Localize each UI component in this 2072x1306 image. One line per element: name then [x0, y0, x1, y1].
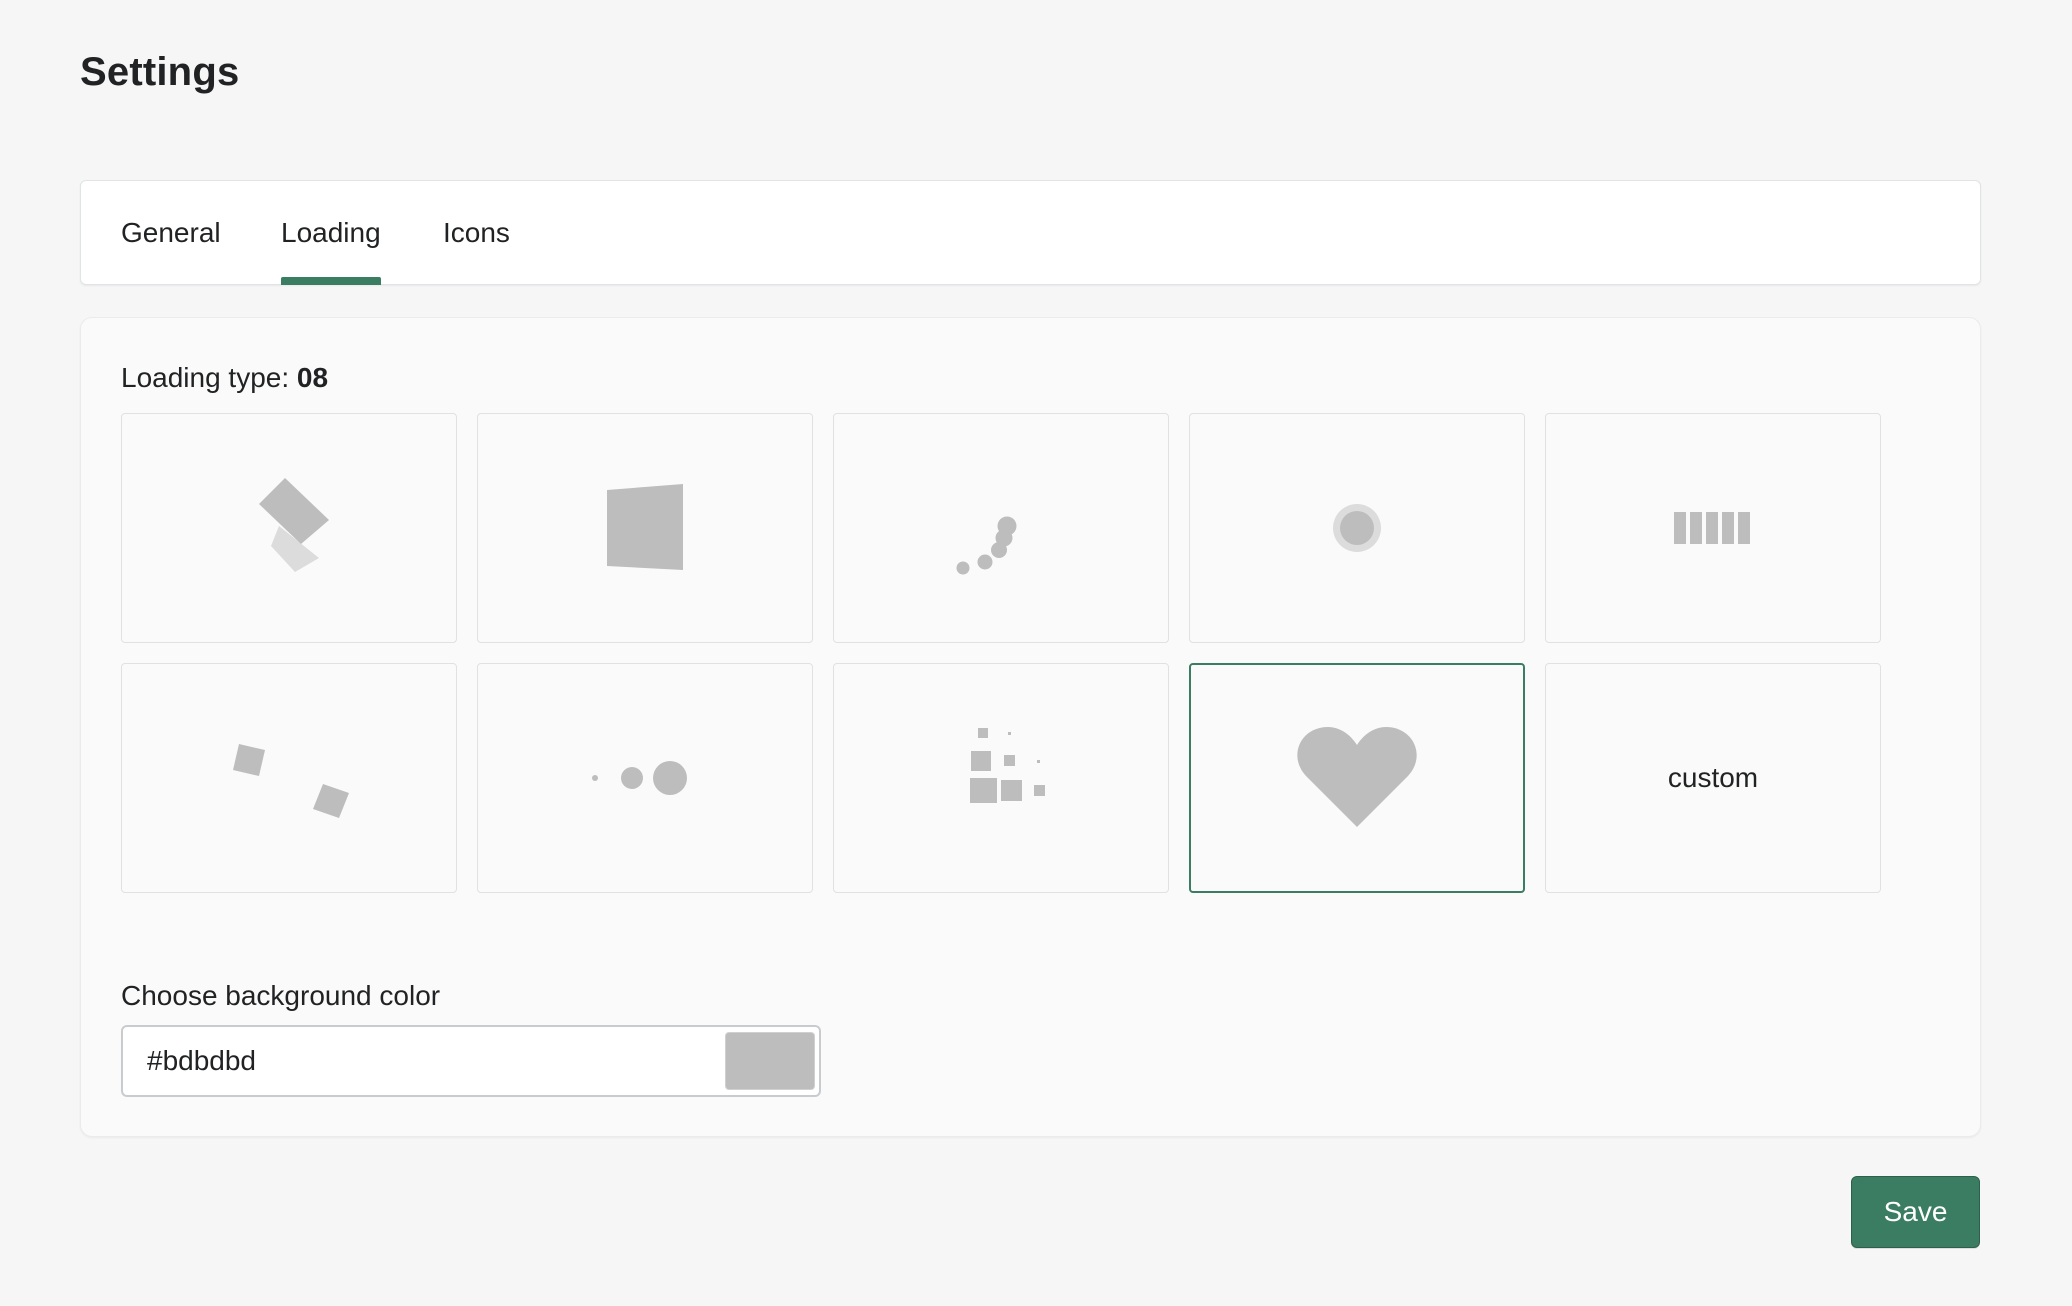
loading-option-09[interactable]: [1189, 663, 1525, 893]
loading-option-06[interactable]: [121, 663, 457, 893]
loading-option-01[interactable]: [121, 413, 457, 643]
pulsing-circle-icon: [1333, 504, 1381, 552]
background-color-input[interactable]: [123, 1027, 723, 1095]
tab-general[interactable]: General: [121, 181, 221, 285]
tab-general-label: General: [121, 217, 221, 248]
orbiting-squares-icon: [233, 744, 349, 818]
loading-option-04[interactable]: [1189, 413, 1525, 643]
background-color-label: Choose background color: [121, 980, 441, 1011]
bars-icon: [1674, 512, 1750, 544]
loading-type-label: Loading type: 08: [121, 362, 328, 394]
tabs-bar: General Loading Icons: [80, 180, 1981, 285]
loading-option-05[interactable]: [1545, 413, 1881, 643]
spiral-dots-icon: [956, 516, 1017, 575]
tab-icons-label: Icons: [443, 217, 510, 248]
loading-option-07[interactable]: [477, 663, 813, 893]
custom-option-label: custom: [1667, 762, 1759, 793]
loading-type-prefix: Loading type:: [121, 362, 297, 393]
rotating-square-icon: [259, 478, 329, 572]
scattered-squares-icon: [970, 728, 1045, 803]
page-title: Settings: [80, 50, 240, 94]
loading-option-08[interactable]: [833, 663, 1169, 893]
heart-icon: [1297, 727, 1417, 827]
flipping-square-icon: [607, 484, 683, 570]
loading-settings-panel: Loading type: 08 custom Choose backgroun…: [80, 317, 1981, 1137]
tab-loading[interactable]: Loading: [281, 181, 381, 285]
save-button[interactable]: Save: [1851, 1176, 1980, 1248]
color-swatch[interactable]: [725, 1032, 815, 1090]
tab-loading-label: Loading: [281, 217, 381, 248]
loading-type-value: 08: [296, 362, 329, 393]
growing-dots-icon: [592, 761, 687, 795]
loading-option-custom[interactable]: custom: [1545, 663, 1881, 893]
active-tab-indicator: [281, 277, 381, 285]
background-color-field: [121, 1025, 821, 1097]
loading-option-02[interactable]: [477, 413, 813, 643]
tab-icons[interactable]: Icons: [443, 181, 510, 285]
loading-option-03[interactable]: [833, 413, 1169, 643]
